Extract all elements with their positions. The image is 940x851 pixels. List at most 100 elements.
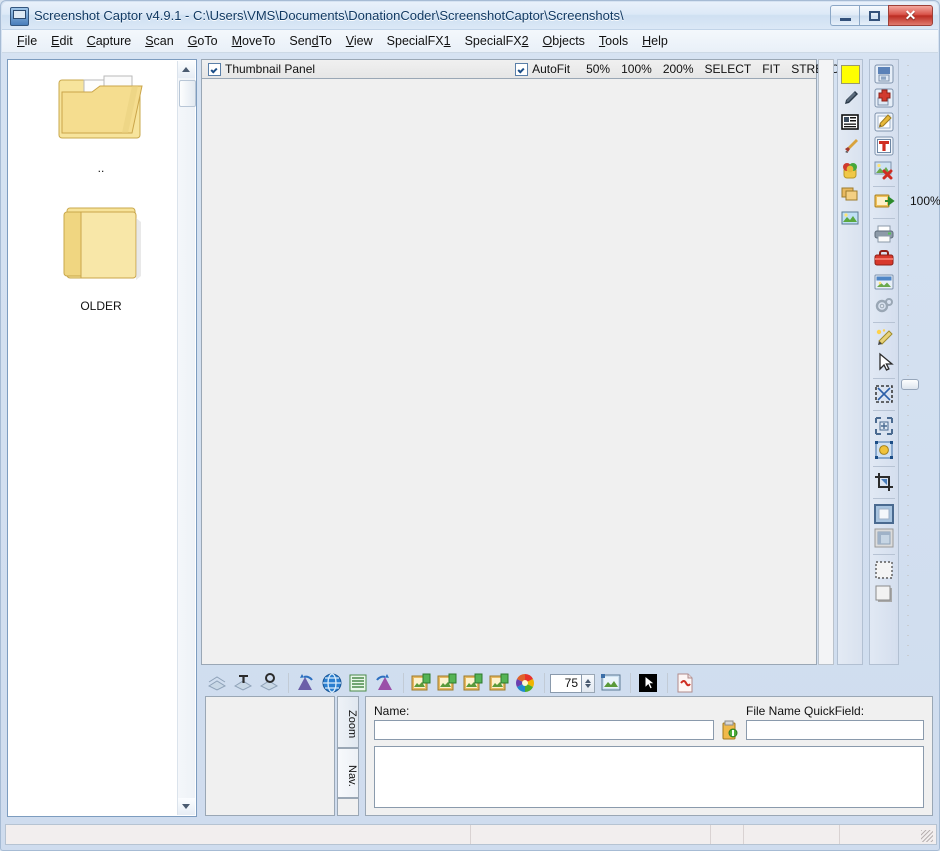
text-block-tool[interactable] [840, 112, 860, 132]
menu-moveto[interactable]: MoveTo [225, 32, 283, 50]
edit-in-external-editor-icon[interactable] [873, 111, 895, 133]
zoom-fit-button[interactable]: FIT [762, 62, 780, 76]
menu-sendto[interactable]: SendTo [282, 32, 338, 50]
menu-tools[interactable]: Tools [592, 32, 635, 50]
editor-header-bar: Thumbnail Panel AutoFit 50% 100% 200% SE… [201, 59, 848, 79]
save-as-new-icon[interactable] [873, 87, 895, 109]
quality-input[interactable]: 75 [550, 673, 582, 693]
scroll-down-arrow[interactable] [178, 798, 195, 815]
special-effects-icon[interactable] [873, 327, 895, 349]
thumbnail-panel-checkbox[interactable] [208, 62, 221, 76]
pointer-select-icon[interactable] [873, 351, 895, 373]
zoom-200-button[interactable]: 200% [663, 62, 694, 76]
color-swatch-yellow[interactable] [840, 64, 860, 84]
quickfield-label: File Name QuickField: [746, 704, 865, 718]
tab-nav[interactable]: Nav. [337, 748, 359, 798]
eyedropper-tool[interactable] [840, 88, 860, 108]
menu-specialfx1[interactable]: SpecialFX1 [380, 32, 458, 50]
title-bar: Screenshot Captor v4.9.1 - C:\Users\VMS\… [2, 2, 938, 30]
quickfield-input[interactable] [746, 720, 924, 740]
autofit-checkbox[interactable] [515, 62, 529, 76]
expand-canvas-icon[interactable] [873, 415, 895, 437]
window-controls: ✕ [830, 5, 933, 26]
window-title: Screenshot Captor v4.9.1 - C:\Users\VMS\… [34, 8, 624, 23]
menu-edit[interactable]: Edit [44, 32, 80, 50]
menu-bar: File Edit Capture Scan GoTo MoveTo SendT… [2, 30, 938, 53]
toolbox-icon[interactable] [873, 247, 895, 269]
maximize-icon [869, 11, 880, 21]
menu-scan[interactable]: Scan [138, 32, 181, 50]
crop-icon[interactable] [873, 471, 895, 493]
file-item-parent[interactable]: .. [46, 66, 156, 175]
quality-spinner[interactable] [582, 673, 595, 693]
menu-help[interactable]: Help [635, 32, 675, 50]
export-image-icon[interactable] [873, 191, 895, 213]
fill-bucket-tool[interactable] [840, 160, 860, 180]
image-canvas[interactable] [201, 79, 817, 665]
drop-shadow-icon[interactable] [873, 583, 895, 605]
scroll-up-arrow[interactable] [178, 61, 195, 78]
add-text-icon[interactable] [873, 135, 895, 157]
close-button[interactable]: ✕ [888, 5, 933, 26]
flatten-text-icon[interactable] [231, 671, 255, 695]
zoom-select-button[interactable]: SELECT [705, 62, 752, 76]
thumbnail-preview-icon[interactable] [599, 671, 623, 695]
editor-toolbar: 75 [201, 669, 887, 697]
shrink-selection-icon[interactable] [873, 383, 895, 405]
scrollbar-thumb[interactable] [179, 80, 196, 107]
color-wheel-icon[interactable] [513, 671, 537, 695]
canvas-vertical-scrollbar[interactable] [818, 59, 834, 665]
dotted-border-icon[interactable] [873, 559, 895, 581]
rename-lock-icon[interactable] [720, 719, 740, 741]
resize-image-2-icon[interactable] [435, 671, 459, 695]
file-item-older[interactable]: OLDER [46, 200, 156, 313]
settings-icon[interactable] [873, 295, 895, 317]
inner-shadow-icon[interactable] [873, 527, 895, 549]
file-browser-scrollbar[interactable] [177, 61, 196, 815]
status-pane-4 [744, 825, 840, 844]
image-preview-tool[interactable] [840, 208, 860, 228]
file-item-parent-label: .. [97, 161, 105, 175]
menu-view[interactable]: View [339, 32, 380, 50]
notes-textarea[interactable] [374, 746, 924, 808]
resize-image-4-icon[interactable] [487, 671, 511, 695]
zoom-slider[interactable]: 100% [901, 59, 940, 665]
resize-grip[interactable] [921, 830, 933, 842]
object-handles-icon[interactable] [873, 439, 895, 461]
save-icon[interactable] [873, 63, 895, 85]
zoom-50-button[interactable]: 50% [586, 62, 610, 76]
preview-thumbnail[interactable] [205, 696, 335, 816]
menu-file[interactable]: File [10, 32, 44, 50]
zoom-100-button[interactable]: 100% [621, 62, 652, 76]
file-browser-pane[interactable]: .. OLDER [7, 59, 197, 817]
border-style-icon[interactable] [873, 503, 895, 525]
client-area: .. OLDER Thumbnail Panel AutoFit 50% 100… [5, 57, 940, 822]
cursor-capture-icon[interactable] [636, 671, 660, 695]
export-pdf-icon[interactable] [673, 671, 697, 695]
tool-column [869, 59, 899, 665]
name-input[interactable] [374, 720, 714, 740]
copy-images-tool[interactable] [840, 184, 860, 204]
paintbrush-tool[interactable] [840, 136, 860, 156]
print-icon[interactable] [873, 223, 895, 245]
delete-image-icon[interactable] [873, 159, 895, 181]
minimize-button[interactable] [830, 5, 859, 26]
tab-zoom[interactable]: Zoom [337, 696, 359, 748]
rotate-left-icon[interactable] [294, 671, 318, 695]
rotate-right-icon[interactable] [372, 671, 396, 695]
resize-image-1-icon[interactable] [409, 671, 433, 695]
menu-goto[interactable]: GoTo [181, 32, 225, 50]
maximize-button[interactable] [859, 5, 888, 26]
editor-pane: Thumbnail Panel AutoFit 50% 100% 200% SE… [201, 59, 940, 693]
zoom-slider-thumb[interactable] [901, 379, 919, 390]
flatten-image-icon[interactable] [205, 671, 229, 695]
slideshow-icon[interactable] [873, 271, 895, 293]
lines-list-icon[interactable] [346, 671, 370, 695]
app-icon [10, 7, 29, 26]
menu-objects[interactable]: Objects [536, 32, 592, 50]
menu-capture[interactable]: Capture [80, 32, 138, 50]
resize-image-3-icon[interactable] [461, 671, 485, 695]
flatten-objects-icon[interactable] [257, 671, 281, 695]
globe-web-icon[interactable] [320, 671, 344, 695]
menu-specialfx2[interactable]: SpecialFX2 [458, 32, 536, 50]
